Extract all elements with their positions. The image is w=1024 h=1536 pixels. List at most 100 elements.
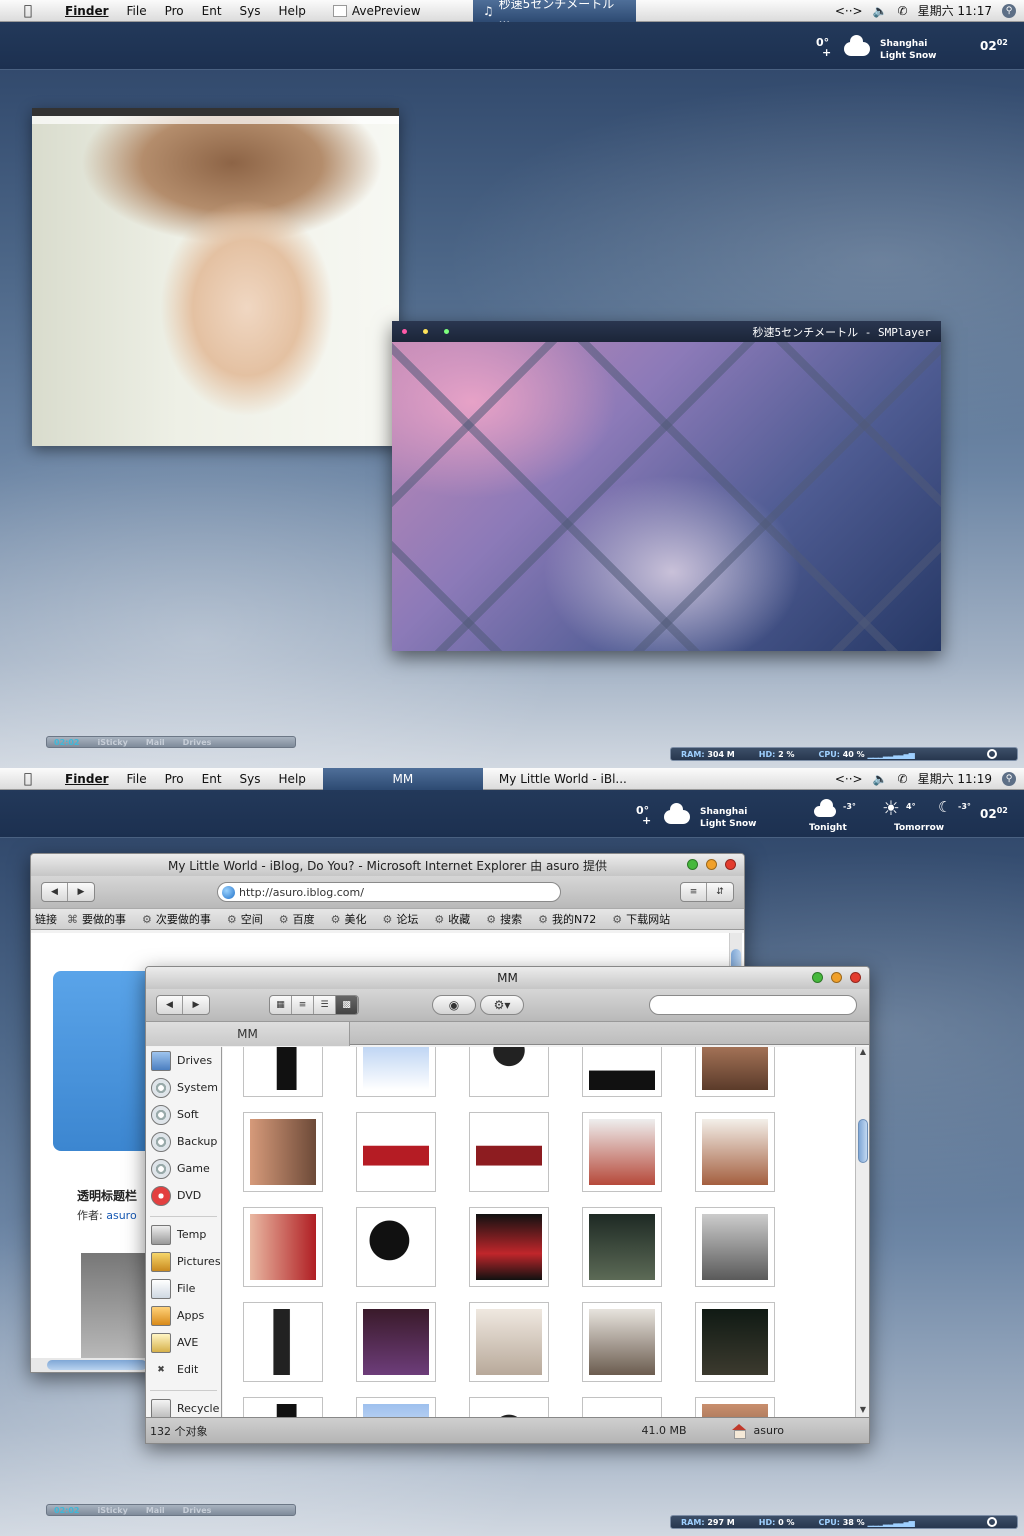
sidebar-item-dvd[interactable]: DVD — [146, 1182, 221, 1209]
zoom-icon[interactable] — [444, 329, 449, 334]
ie-horizontal-scrollbar[interactable] — [31, 1358, 161, 1372]
link-item[interactable]: ⚙ 次要做的事 — [136, 911, 217, 927]
close-icon[interactable] — [402, 329, 407, 334]
ie-titlebar[interactable]: My Little World - iBlog, Do You? - Micro… — [31, 854, 744, 876]
close-button[interactable] — [850, 972, 861, 983]
photo-thumbnail[interactable] — [469, 1397, 549, 1417]
sidebar-item-system[interactable]: System — [146, 1074, 221, 1101]
list-view-icon[interactable]: ≡ — [292, 996, 314, 1014]
sidebar-item-file[interactable]: File — [146, 1275, 221, 1302]
apple-icon[interactable]:  — [0, 3, 56, 19]
photo-thumbnail[interactable] — [356, 1112, 436, 1192]
sidebar-item-soft[interactable]: Soft — [146, 1101, 221, 1128]
icon-view-icon[interactable]: ▦ — [270, 996, 292, 1014]
article-title[interactable]: 透明标题栏 — [77, 1187, 137, 1204]
photo-thumbnail[interactable] — [243, 1207, 323, 1287]
preview-titlebar[interactable] — [32, 108, 399, 116]
photo-thumbnail[interactable] — [243, 1047, 323, 1097]
file-grid[interactable] — [223, 1047, 855, 1417]
photo-thumbnail[interactable] — [469, 1112, 549, 1192]
video-frame[interactable] — [392, 342, 941, 651]
photo-thumbnail[interactable] — [695, 1207, 775, 1287]
taskbar-tab-mm[interactable]: MM — [322, 768, 483, 790]
finder-titlebar[interactable]: MM — [146, 967, 869, 989]
link-item[interactable]: ⚙ 空间 — [221, 911, 269, 927]
stepper-icon[interactable]: ⇵ — [707, 883, 733, 901]
menu-pro[interactable]: Pro — [156, 4, 193, 18]
sidebar-item-apps[interactable]: Apps — [146, 1302, 221, 1329]
quicklook-button[interactable]: ◉ — [432, 995, 476, 1015]
phone-icon[interactable]: ✆ — [898, 772, 908, 786]
coverflow-view-icon[interactable]: ▩ — [336, 996, 358, 1014]
photo-thumbnail[interactable] — [695, 1397, 775, 1417]
close-button[interactable] — [725, 859, 736, 870]
author-link[interactable]: asuro — [106, 1209, 136, 1222]
menu-sys[interactable]: Sys — [231, 4, 270, 18]
action-button[interactable]: ⚙▾ — [480, 995, 524, 1015]
link-item[interactable]: ⚙ 收藏 — [428, 911, 476, 927]
dock-item-clock[interactable]: 02:02 — [54, 1506, 79, 1515]
taskbar-tab-avepreview[interactable]: AvePreview — [323, 0, 473, 22]
photo-thumbnail[interactable] — [582, 1047, 662, 1097]
photo-thumbnail[interactable] — [243, 1302, 323, 1382]
path-tab[interactable]: MM — [146, 1022, 350, 1046]
photo-thumbnail[interactable] — [243, 1397, 323, 1417]
volume-icon[interactable]: 🔈 — [873, 4, 888, 18]
menu-help[interactable]: Help — [270, 4, 315, 18]
link-item[interactable]: ⚙ 我的N72 — [532, 911, 602, 927]
menu-file[interactable]: File — [118, 4, 156, 18]
dock-item-mail[interactable]: Mail — [146, 1506, 165, 1515]
sidebar-item-drives[interactable]: Drives — [146, 1047, 221, 1074]
zoom-button[interactable] — [812, 972, 823, 983]
menu-ent[interactable]: Ent — [193, 772, 231, 786]
scroll-thumb[interactable] — [47, 1360, 147, 1370]
link-item[interactable]: ⚙ 搜索 — [480, 911, 528, 927]
zoom-button[interactable] — [687, 859, 698, 870]
photo-thumbnail[interactable] — [582, 1207, 662, 1287]
photo-thumbnail[interactable] — [469, 1207, 549, 1287]
menubar-clock[interactable]: 星期六 11:19 — [918, 770, 992, 787]
photo-thumbnail[interactable] — [469, 1302, 549, 1382]
menu-finder[interactable]: Finder — [56, 4, 118, 18]
network-arrows-icon[interactable]: <··> — [835, 772, 863, 786]
minimize-button[interactable] — [831, 972, 842, 983]
column-view-icon[interactable]: ☰ — [314, 996, 336, 1014]
taskbar-tab-smplayer[interactable]: ♫ 秒速5センチメートル ... — [472, 0, 636, 26]
photo-thumbnail[interactable] — [469, 1047, 549, 1097]
scroll-down-icon[interactable]: ▼ — [856, 1405, 869, 1417]
scroll-thumb[interactable] — [858, 1119, 868, 1163]
minimize-button[interactable] — [706, 859, 717, 870]
dock-item-mail[interactable]: Mail — [146, 738, 165, 747]
sidebar-item-edit[interactable]: ✖ Edit — [146, 1356, 221, 1383]
menubar-clock[interactable]: 星期六 11:17 — [918, 2, 992, 19]
minimize-icon[interactable] — [423, 329, 428, 334]
menu-file[interactable]: File — [118, 772, 156, 786]
sidebar-item-backup[interactable]: Backup — [146, 1128, 221, 1155]
dock-item-isticky[interactable]: iSticky — [97, 1506, 127, 1515]
photo-thumbnail[interactable] — [582, 1112, 662, 1192]
scroll-up-icon[interactable]: ▲ — [856, 1047, 869, 1059]
back-icon[interactable]: ◀ — [42, 883, 68, 901]
player-titlebar[interactable]: 秒速5センチメートル - SMPlayer — [392, 321, 941, 342]
menu-pro[interactable]: Pro — [156, 772, 193, 786]
spotlight-search-icon[interactable]: ⚲ — [1002, 771, 1016, 786]
photo-thumbnail[interactable] — [356, 1047, 436, 1097]
sidebar-item-ave[interactable]: AVE — [146, 1329, 221, 1356]
image-preview-window[interactable] — [32, 108, 399, 446]
sidebar-item-pictures[interactable]: Pictures — [146, 1248, 221, 1275]
network-arrows-icon[interactable]: <··> — [835, 4, 863, 18]
photo-thumbnail[interactable] — [582, 1302, 662, 1382]
photo-thumbnail[interactable] — [356, 1302, 436, 1382]
spotlight-search-icon[interactable]: ⚲ — [1002, 3, 1016, 18]
volume-icon[interactable]: 🔈 — [873, 772, 888, 786]
dock-item-isticky[interactable]: iSticky — [97, 738, 127, 747]
link-item[interactable]: ⚙ 下载网站 — [606, 911, 676, 927]
forward-icon[interactable]: ▶ — [183, 996, 209, 1014]
menu-finder[interactable]: Finder — [56, 772, 118, 786]
finder-vertical-scrollbar[interactable]: ▲ ▼ — [855, 1047, 869, 1417]
dock-item-drives[interactable]: Drives — [183, 1506, 212, 1515]
photo-thumbnail[interactable] — [695, 1112, 775, 1192]
power-icon[interactable] — [987, 1517, 997, 1527]
menu-ent[interactable]: Ent — [193, 4, 231, 18]
search-input[interactable] — [649, 995, 857, 1015]
